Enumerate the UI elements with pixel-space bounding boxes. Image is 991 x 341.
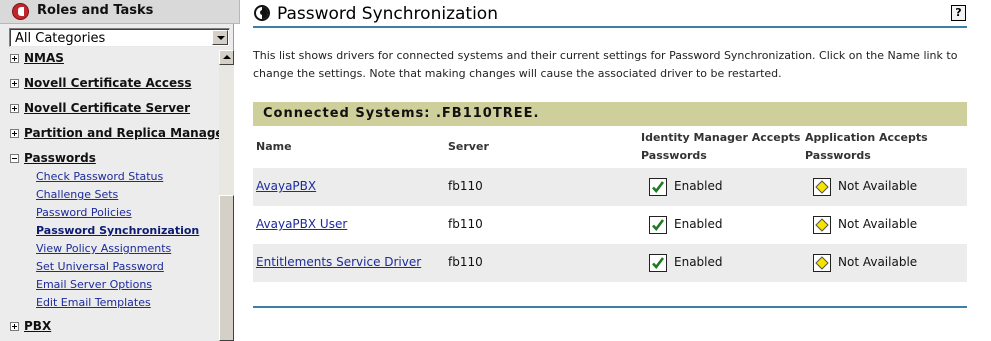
category-label[interactable]: NMAS bbox=[24, 51, 64, 65]
idm-status: Enabled bbox=[674, 217, 723, 231]
column-header-idm-line2: Passwords bbox=[641, 149, 707, 162]
category-label[interactable]: Novell Certificate Access bbox=[24, 76, 191, 90]
expand-icon[interactable] bbox=[10, 322, 19, 331]
expand-icon[interactable] bbox=[10, 79, 19, 88]
roles-tasks-icon bbox=[12, 3, 29, 20]
category-label[interactable]: PBX bbox=[24, 319, 51, 333]
task-password-synchronization[interactable]: Password Synchronization bbox=[36, 224, 199, 237]
task-view-policy-assignments[interactable]: View Policy Assignments bbox=[36, 242, 171, 255]
category-novell-certificate-server[interactable]: Novell Certificate Server bbox=[0, 100, 220, 118]
chevron-down-icon[interactable] bbox=[212, 30, 228, 45]
column-header-name: Name bbox=[256, 140, 292, 153]
checkmark-icon bbox=[649, 254, 667, 272]
scroll-thumb[interactable] bbox=[219, 195, 234, 341]
category-label[interactable]: Passwords bbox=[24, 151, 96, 165]
server-cell: fb110 bbox=[448, 179, 483, 193]
column-header-idm-line1: Identity Manager Accepts bbox=[641, 131, 801, 144]
category-pbx[interactable]: PBX bbox=[0, 318, 220, 336]
page-title: Password Synchronization bbox=[277, 4, 498, 24]
column-header-app: Application Accepts Passwords bbox=[805, 129, 928, 165]
category-scrollbar[interactable] bbox=[219, 50, 234, 341]
app-status: Not Available bbox=[838, 255, 918, 269]
category-partition-replica[interactable]: Partition and Replica Management bbox=[0, 125, 220, 143]
category-label[interactable]: Partition and Replica Management bbox=[24, 126, 220, 140]
driver-name-link[interactable]: AvayaPBX User bbox=[256, 217, 347, 231]
page-description: This list shows drivers for connected sy… bbox=[253, 49, 958, 80]
diamond-icon bbox=[813, 254, 831, 272]
expand-icon[interactable] bbox=[10, 54, 19, 63]
driver-name-link[interactable]: AvayaPBX bbox=[256, 179, 316, 193]
connected-systems-bar: Connected Systems: .FB110TREE. bbox=[253, 102, 967, 126]
task-challenge-sets[interactable]: Challenge Sets bbox=[36, 188, 118, 201]
title-divider bbox=[253, 26, 967, 28]
task-edit-email-templates[interactable]: Edit Email Templates bbox=[36, 296, 151, 309]
help-button[interactable]: ? bbox=[951, 5, 966, 21]
scroll-up-icon[interactable] bbox=[219, 50, 234, 65]
collapse-icon[interactable] bbox=[10, 154, 19, 163]
task-set-universal-password[interactable]: Set Universal Password bbox=[36, 260, 164, 273]
column-header-server: Server bbox=[448, 140, 489, 153]
category-select-value: All Categories bbox=[15, 31, 106, 46]
main-content: Password Synchronization ? This list sho… bbox=[241, 0, 991, 341]
idm-status: Enabled bbox=[674, 255, 723, 269]
server-cell: fb110 bbox=[448, 217, 483, 231]
app-status: Not Available bbox=[838, 217, 918, 231]
table-row: AvayaPBX User fb110 Enabled Not Availabl… bbox=[253, 206, 967, 244]
task-check-password-status[interactable]: Check Password Status bbox=[36, 170, 163, 183]
panel-header: Roles and Tasks bbox=[0, 0, 240, 24]
checkmark-icon bbox=[649, 178, 667, 196]
driver-name-link[interactable]: Entitlements Service Driver bbox=[256, 255, 421, 269]
table-row: Entitlements Service Driver fb110 Enable… bbox=[253, 244, 967, 282]
column-header-idm: Identity Manager Accepts Passwords bbox=[641, 129, 800, 165]
table-row: AvayaPBX fb110 Enabled Not Available bbox=[253, 168, 967, 206]
server-cell: fb110 bbox=[448, 255, 483, 269]
panel-title: Roles and Tasks bbox=[37, 3, 154, 18]
category-nmas[interactable]: NMAS bbox=[0, 50, 220, 68]
category-passwords[interactable]: Passwords bbox=[0, 150, 220, 168]
connected-systems-label: Connected Systems: .FB110TREE. bbox=[263, 106, 540, 121]
task-email-server-options[interactable]: Email Server Options bbox=[36, 278, 152, 291]
diamond-icon bbox=[813, 216, 831, 234]
category-select[interactable]: All Categories bbox=[9, 28, 230, 47]
column-header-app-line2: Passwords bbox=[805, 149, 871, 162]
app-status: Not Available bbox=[838, 179, 918, 193]
bottom-divider bbox=[253, 306, 967, 308]
expand-icon[interactable] bbox=[10, 104, 19, 113]
diamond-icon bbox=[813, 178, 831, 196]
password-sync-icon bbox=[254, 5, 270, 21]
column-header-app-line1: Application Accepts bbox=[805, 131, 928, 144]
roles-and-tasks-panel: Roles and Tasks All Categories NMAS Nove… bbox=[0, 0, 240, 341]
category-list: NMAS Novell Certificate Access Novell Ce… bbox=[0, 48, 220, 341]
checkmark-icon bbox=[649, 216, 667, 234]
category-label[interactable]: Novell Certificate Server bbox=[24, 101, 190, 115]
task-password-policies[interactable]: Password Policies bbox=[36, 206, 132, 219]
category-novell-certificate-access[interactable]: Novell Certificate Access bbox=[0, 75, 220, 93]
expand-icon[interactable] bbox=[10, 129, 19, 138]
idm-status: Enabled bbox=[674, 179, 723, 193]
